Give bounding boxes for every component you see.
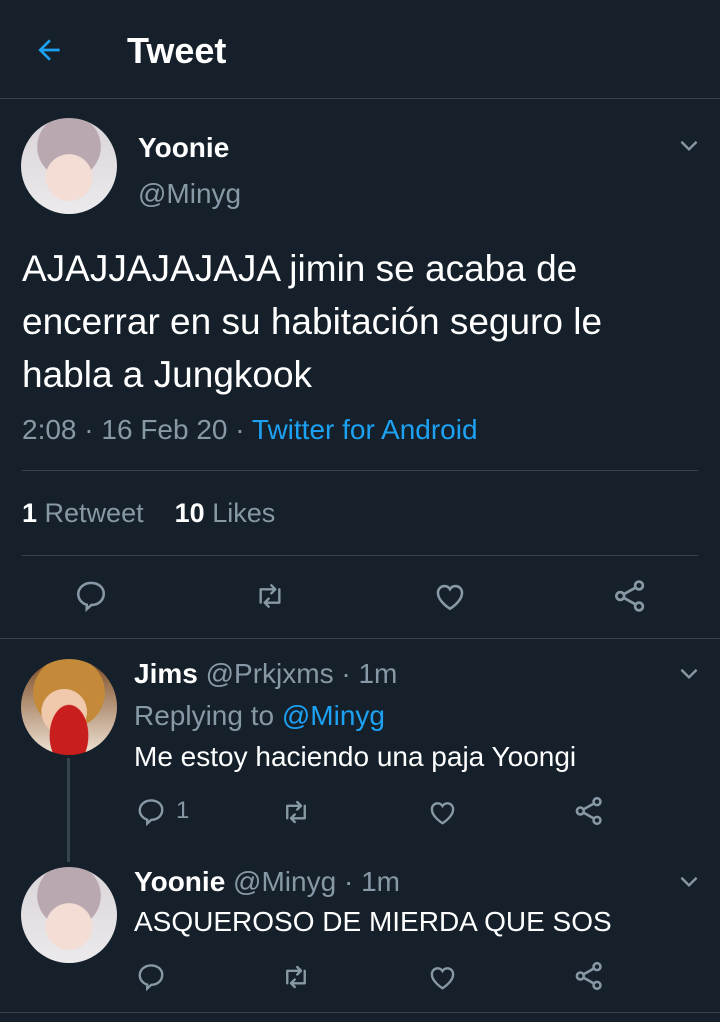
reply-icon[interactable]: [136, 961, 166, 991]
bottom-divider: [0, 1012, 720, 1013]
author-handle[interactable]: @Minyg: [138, 178, 241, 210]
share-icon[interactable]: [573, 795, 605, 827]
tweet-text-line: encerrar en su habitación seguro le: [22, 301, 603, 342]
header-divider: [0, 98, 720, 99]
avatar[interactable]: [21, 867, 117, 963]
likes-stat[interactable]: 10 Likes: [175, 498, 276, 528]
reply-count: 1: [176, 797, 190, 824]
meta-separator: ·: [343, 866, 354, 897]
meta-separator: ·: [84, 414, 94, 445]
reply-menu-chevron-icon[interactable]: [676, 868, 702, 894]
likes-count: 10: [174, 498, 205, 528]
share-icon[interactable]: [573, 960, 605, 992]
reply-time: 1m: [361, 866, 400, 897]
reply-author-handle[interactable]: @Prkjxms: [206, 658, 334, 689]
likes-label: Likes: [212, 498, 276, 528]
page-title: Tweet: [127, 30, 227, 71]
reply-header: Yoonie @Minyg · 1m: [134, 866, 400, 898]
reply-text: ASQUEROSO DE MIERDA QUE SOS: [134, 906, 612, 937]
retweets-count: 1: [22, 498, 38, 528]
tweet-text: AJAJJAJAJAJA jimin se acaba de encerrar …: [22, 242, 602, 401]
retweets-label: Retweet: [44, 498, 144, 528]
back-arrow-icon[interactable]: [33, 34, 65, 66]
like-heart-icon[interactable]: [427, 962, 458, 992]
reply-header: Jims @Prkjxms · 1m: [134, 658, 397, 690]
avatar[interactable]: [21, 118, 117, 214]
retweets-stat[interactable]: 1 Retweet: [22, 498, 151, 528]
retweet-icon[interactable]: [252, 580, 288, 612]
author-name[interactable]: Yoonie: [138, 132, 229, 164]
retweet-icon[interactable]: [280, 962, 312, 992]
meta-separator: ·: [341, 658, 351, 689]
thread-connector-line: [67, 758, 70, 862]
header-bar: Tweet: [0, 0, 720, 98]
reply-icon: [136, 796, 166, 826]
replying-prefix: Replying to: [134, 700, 275, 731]
reply-author-name[interactable]: Jims: [134, 658, 198, 689]
avatar[interactable]: [21, 659, 117, 755]
like-heart-icon[interactable]: [432, 579, 468, 613]
reply-author-name[interactable]: Yoonie: [134, 866, 225, 897]
replying-to: Replying to @Minyg: [134, 700, 385, 732]
actions-divider: [0, 638, 720, 639]
tweet-meta: 2:08 · 16 Feb 20 · Twitter for Android: [22, 414, 478, 446]
stats-divider-bottom: [22, 555, 698, 556]
reply-author-handle[interactable]: @Minyg: [233, 866, 336, 897]
share-icon[interactable]: [612, 578, 648, 614]
reply-menu-chevron-icon[interactable]: [676, 660, 702, 686]
reply-icon[interactable]: [74, 578, 108, 612]
retweet-icon[interactable]: [280, 797, 312, 827]
meta-separator: ·: [235, 414, 245, 445]
tweet-stats: 1 Retweet 10 Likes: [22, 498, 275, 529]
stats-divider-top: [22, 470, 698, 471]
reply-text: Me estoy haciendo una paja Yoongi: [134, 741, 577, 772]
tweet-date: 16 Feb 20: [101, 414, 228, 445]
replying-handle-link[interactable]: @Minyg: [282, 700, 385, 731]
tweet-menu-chevron-icon[interactable]: [676, 132, 702, 158]
tweet-time: 2:08: [22, 414, 77, 445]
tweet-text-line: AJAJJAJAJAJA jimin se acaba de: [22, 248, 578, 289]
reply-time: 1m: [358, 658, 398, 689]
tweet-source-link[interactable]: Twitter for Android: [252, 414, 478, 445]
tweet-text-line: habla a Jungkook: [22, 354, 313, 395]
reply-action[interactable]: 1: [136, 796, 189, 826]
like-heart-icon[interactable]: [427, 797, 458, 827]
